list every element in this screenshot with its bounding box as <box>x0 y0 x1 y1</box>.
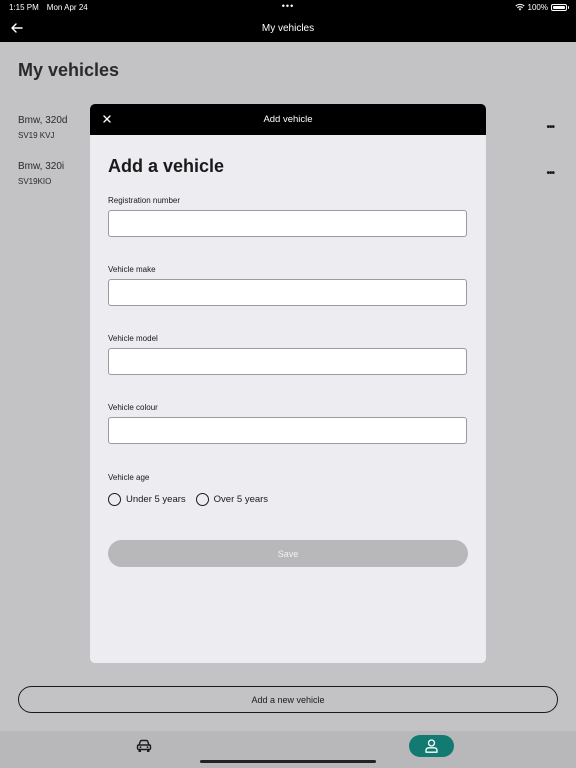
vehicle-registration: SV19KIO <box>18 177 52 186</box>
age-over-5-option[interactable]: Over 5 years <box>195 493 269 506</box>
nav-title: My vehicles <box>261 22 315 34</box>
close-button[interactable] <box>101 113 113 125</box>
status-date: Mon Apr 24 <box>46 2 88 12</box>
tab-profile[interactable] <box>409 735 454 757</box>
save-button[interactable]: Save <box>108 540 468 567</box>
home-indicator[interactable] <box>200 760 376 763</box>
add-new-vehicle-button[interactable]: Add a new vehicle <box>18 686 558 713</box>
close-icon <box>103 115 111 123</box>
add-vehicle-modal: Add vehicle Add a vehicle Registration n… <box>90 104 486 663</box>
age-under-5-option[interactable]: Under 5 years <box>108 493 186 506</box>
vehicle-name: Bmw, 320d <box>18 115 68 126</box>
modal-header: Add vehicle <box>90 104 486 135</box>
registration-number-label: Registration number <box>108 196 181 205</box>
battery-icon <box>551 3 569 11</box>
registration-number-input[interactable] <box>108 210 467 237</box>
vehicle-registration: SV19 KVJ <box>18 131 55 140</box>
radio-button[interactable] <box>195 493 209 506</box>
vehicle-model-label: Vehicle model <box>108 334 158 343</box>
vehicle-age-label: Vehicle age <box>108 473 150 482</box>
arrow-left-icon <box>11 23 23 33</box>
vehicle-colour-input[interactable] <box>108 417 467 444</box>
radio-label: Under 5 years <box>126 494 186 505</box>
vehicle-make-input[interactable] <box>108 279 467 306</box>
car-icon <box>136 739 152 752</box>
wifi-icon <box>514 3 525 11</box>
nav-bar: My vehicles <box>0 14 576 42</box>
multitasking-dots[interactable]: ••• <box>282 1 294 11</box>
vehicle-make-label: Vehicle make <box>108 265 156 274</box>
vehicle-name: Bmw, 320i <box>18 161 65 172</box>
status-time: 1:15 PM <box>9 2 39 12</box>
vehicle-model-input[interactable] <box>108 348 467 375</box>
battery-percent: 100% <box>527 2 548 12</box>
person-icon <box>425 739 438 753</box>
more-options-icon[interactable]: ••• <box>546 168 554 179</box>
radio-label: Over 5 years <box>213 494 269 505</box>
page-title: My vehicles <box>18 60 120 80</box>
radio-button[interactable] <box>108 493 121 506</box>
modal-title: Add vehicle <box>263 114 313 125</box>
modal-heading: Add a vehicle <box>108 156 225 176</box>
status-bar: 1:15 PM Mon Apr 24 ••• 100% <box>0 0 576 14</box>
back-button[interactable] <box>9 20 25 36</box>
vehicle-colour-label: Vehicle colour <box>108 403 158 412</box>
tab-vehicles[interactable] <box>136 739 152 753</box>
more-options-icon[interactable]: ••• <box>546 122 554 133</box>
vehicle-age-radio-group: Under 5 years Over 5 years <box>108 493 268 506</box>
